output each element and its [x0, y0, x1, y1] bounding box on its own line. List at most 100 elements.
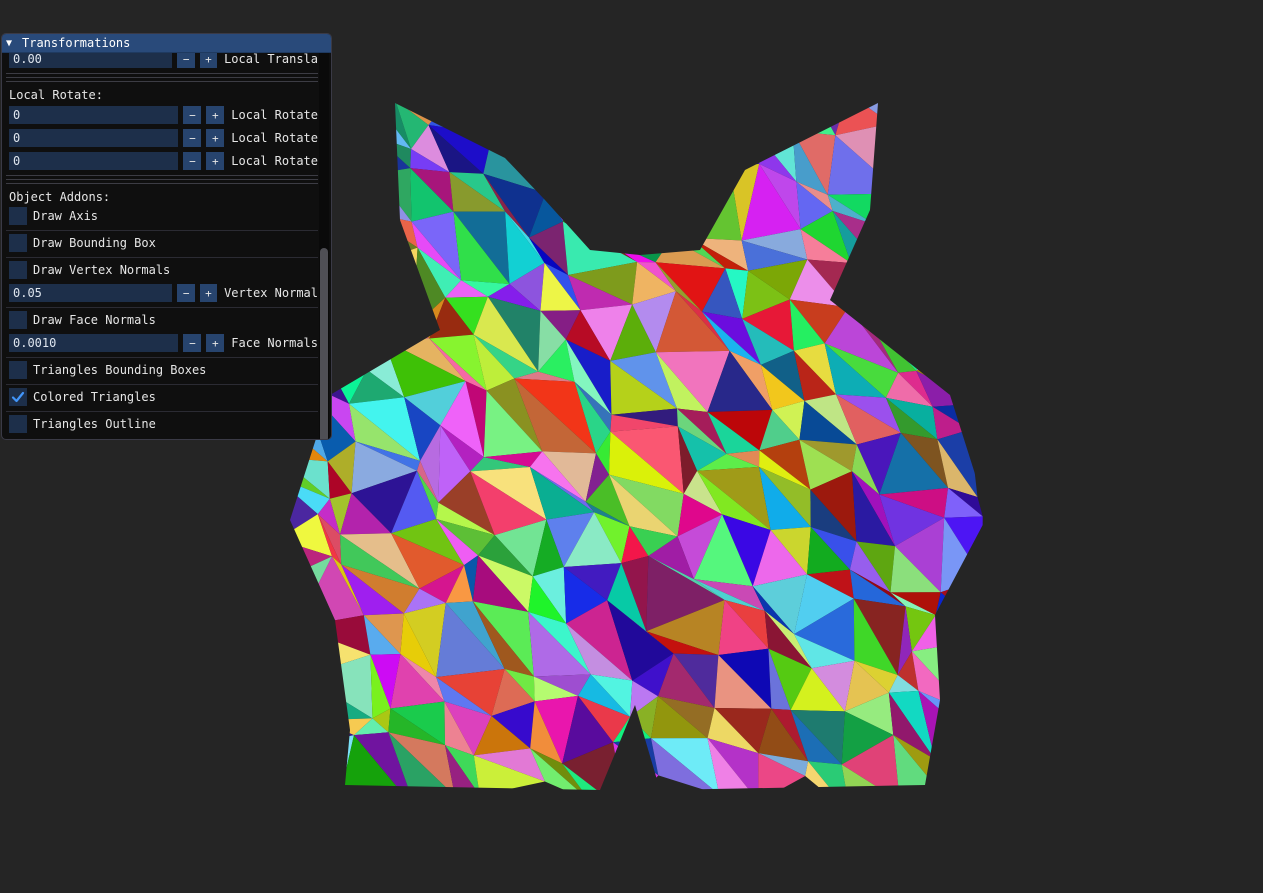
mesh-triangle — [792, 103, 836, 136]
mesh-triangle — [290, 718, 320, 744]
local-translate-input[interactable]: 0.00 — [9, 53, 173, 68]
mesh-triangle — [309, 743, 343, 787]
mesh-triangle — [605, 161, 672, 239]
scrollbar-thumb[interactable] — [320, 248, 328, 439]
divider — [6, 307, 318, 308]
local-rotate-x-input[interactable]: 0 — [9, 106, 179, 124]
checkbox-label: Colored Triangles — [33, 390, 156, 404]
checkbox-box[interactable] — [9, 361, 27, 379]
mesh-triangle — [605, 127, 653, 175]
window-title-bar[interactable]: ▼ Transformations — [2, 34, 331, 53]
mesh-triangle — [942, 285, 988, 327]
mesh-triangle — [890, 123, 946, 195]
mesh-triangle — [290, 672, 320, 720]
separator — [6, 179, 318, 180]
separator — [6, 183, 318, 184]
checkbox-box[interactable] — [9, 415, 27, 433]
local-translate-row: 0.00 − + Local Transla — [9, 53, 318, 68]
checkbox-box[interactable] — [9, 234, 27, 252]
window-content: 0.00 − + Local Transla Local Rotate: 0 −… — [2, 53, 318, 439]
mesh-triangle — [629, 103, 674, 151]
divider — [6, 357, 318, 358]
draw-vertex-normals-checkbox[interactable]: Draw Vertex Normals — [9, 260, 318, 280]
mesh-triangle — [290, 604, 305, 677]
decrement-button[interactable]: − — [177, 284, 195, 302]
local-rotate-label: Local Rotate — [231, 108, 318, 122]
triangles-bounding-boxes-checkbox[interactable]: Triangles Bounding Boxes — [9, 360, 318, 380]
draw-axis-checkbox[interactable]: Draw Axis — [9, 206, 318, 226]
local-rotate-row-x: 0 − + Local Rotate — [9, 106, 318, 124]
mesh-triangle — [739, 103, 815, 131]
mesh-triangle — [912, 194, 982, 233]
draw-face-normals-checkbox[interactable]: Draw Face Normals — [9, 310, 318, 330]
separator — [6, 175, 318, 176]
checkbox-box[interactable] — [9, 261, 27, 279]
triangles-outline-checkbox[interactable]: Triangles Outline — [9, 414, 318, 434]
vertex-normal-length-input[interactable]: 0.05 — [9, 284, 173, 302]
separator — [6, 81, 318, 82]
increment-button[interactable]: + — [206, 129, 225, 147]
mesh-triangle — [290, 743, 334, 776]
local-rotate-z-input[interactable]: 0 — [9, 152, 179, 170]
triangle-down-icon[interactable]: ▼ — [6, 38, 18, 49]
vertex-normal-length-row: 0.05 − + Vertex Normal — [9, 284, 318, 302]
mesh-triangle — [710, 120, 760, 164]
mesh-triangle — [710, 103, 751, 126]
local-rotate-label: Local Rotate — [231, 154, 318, 168]
decrement-button[interactable]: − — [177, 53, 195, 68]
mesh-triangle — [562, 116, 606, 191]
mesh-triangle — [710, 120, 760, 167]
checkbox-box[interactable] — [9, 388, 27, 406]
decrement-button[interactable]: − — [183, 334, 202, 352]
decrement-button[interactable]: − — [183, 129, 202, 147]
transformations-window[interactable]: ▼ Transformations 0.00 − + Local Transla… — [1, 33, 332, 440]
mesh-triangle — [296, 615, 371, 655]
mesh-triangle — [309, 719, 354, 744]
mesh-triangle — [616, 127, 673, 162]
mesh-triangle — [912, 230, 982, 281]
mesh-triangle — [935, 605, 962, 644]
increment-button[interactable]: + — [199, 284, 218, 302]
mesh-triangle — [942, 317, 988, 340]
increment-button[interactable]: + — [206, 106, 225, 124]
mesh-triangle — [546, 103, 595, 117]
mesh-triangle — [835, 103, 891, 136]
decrement-button[interactable]: − — [183, 152, 202, 170]
mesh-triangle — [850, 258, 875, 321]
mesh-triangle — [357, 312, 413, 340]
local-rotate-y-input[interactable]: 0 — [9, 129, 179, 147]
separator — [6, 73, 318, 74]
checkbox-box[interactable] — [9, 311, 27, 329]
colored-triangles-checkbox[interactable]: Colored Triangles — [9, 387, 318, 407]
increment-button[interactable]: + — [199, 53, 218, 68]
mesh-triangle — [383, 327, 430, 340]
mesh-triangle — [672, 103, 711, 151]
mesh-triangle — [613, 738, 659, 776]
checkbox-box[interactable] — [9, 207, 27, 225]
divider — [6, 411, 318, 412]
mesh-triangle — [290, 591, 297, 627]
increment-button[interactable]: + — [206, 334, 225, 352]
mesh-triangle — [304, 654, 373, 719]
increment-button[interactable]: + — [206, 152, 225, 170]
mesh-triangle — [874, 193, 913, 233]
mesh-triangle — [890, 106, 947, 133]
local-rotate-row-z: 0 − + Local Rotate — [9, 152, 318, 170]
divider — [6, 257, 318, 258]
separator — [6, 77, 318, 78]
mesh-triangle — [573, 103, 617, 128]
decrement-button[interactable]: − — [183, 106, 202, 124]
mesh-triangle — [916, 326, 975, 371]
mesh-triangle — [530, 116, 595, 191]
checkbox-label: Draw Vertex Normals — [33, 263, 171, 277]
mesh-triangle — [691, 166, 742, 241]
checkmark-icon — [11, 391, 25, 403]
mesh-triangle — [290, 718, 310, 756]
draw-bounding-box-checkbox[interactable]: Draw Bounding Box — [9, 233, 318, 253]
face-normal-length-input[interactable]: 0.0010 — [9, 334, 179, 352]
bunny-mesh-colored-triangles — [290, 103, 988, 790]
checkbox-label: Draw Face Normals — [33, 313, 156, 327]
vertical-scrollbar[interactable] — [319, 53, 329, 439]
mesh-triangle — [343, 247, 418, 328]
mesh-triangle — [290, 755, 334, 786]
